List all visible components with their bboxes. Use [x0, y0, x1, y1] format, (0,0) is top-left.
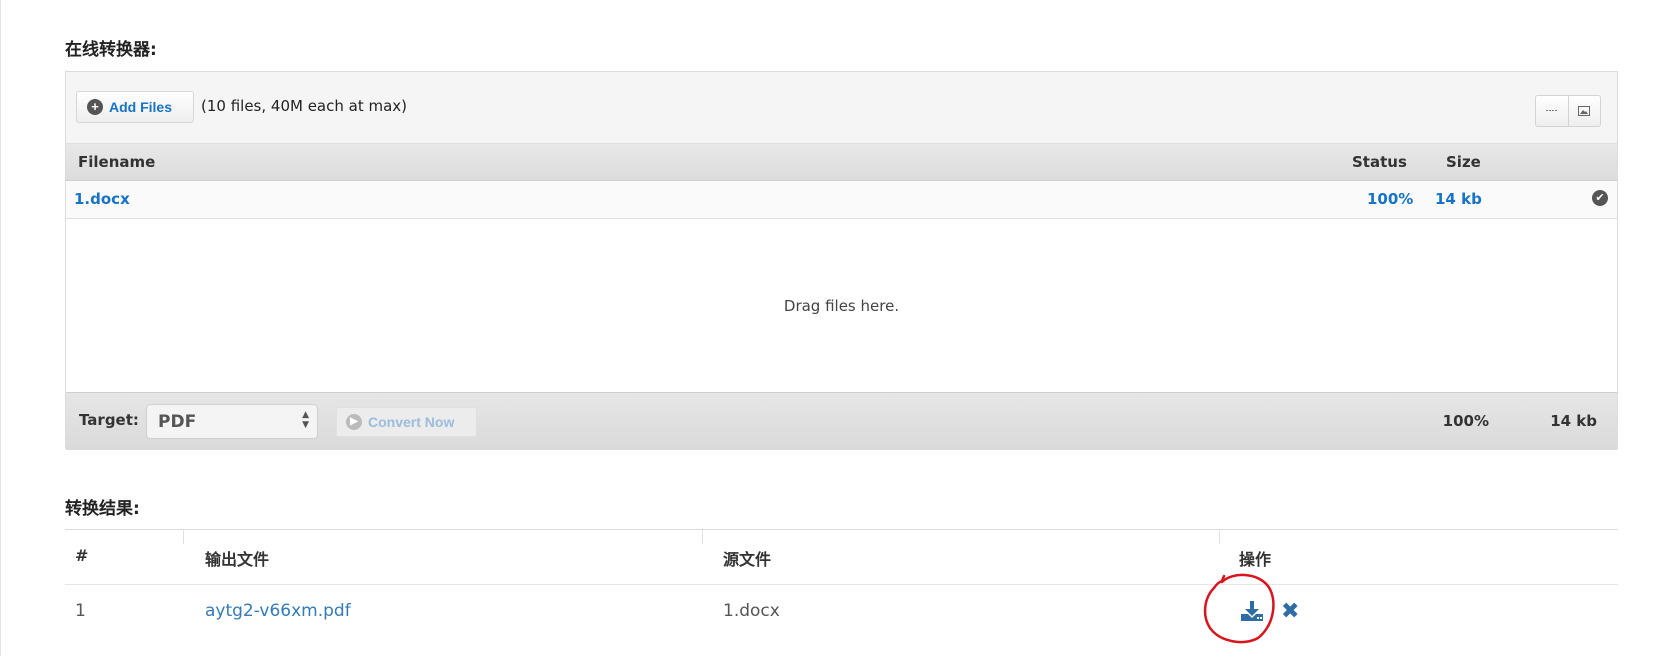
plus-circle-icon: +	[87, 99, 103, 115]
column-divider	[1219, 530, 1220, 544]
table-row: 1 aytg2-v66xm.pdf 1.docx ✖	[65, 573, 1618, 644]
list-view-icon	[1545, 110, 1557, 111]
target-format-select[interactable]: PDF ▲ ▼	[146, 404, 318, 439]
convert-now-label: Convert Now	[368, 414, 455, 430]
arrow-circle-icon: ▶	[346, 414, 362, 430]
uploader-header: + Add Files (10 files, 40M each at max)	[66, 72, 1617, 144]
converter-section-title: 在线转换器:	[65, 40, 157, 60]
file-list-item[interactable]: 1.docx 100% 14 kb ✔	[66, 181, 1617, 219]
convert-now-button[interactable]: ▶ Convert Now	[336, 407, 477, 437]
annotation-circle	[1203, 573, 1275, 644]
add-files-button[interactable]: + Add Files	[76, 91, 194, 123]
file-size: 14 kb	[1435, 190, 1482, 208]
results-table: # 输出文件 源文件 操作 1 aytg2-v66xm.pdf 1.docx ✖	[65, 529, 1618, 644]
up-down-arrows-icon: ▲ ▼	[302, 410, 309, 430]
index-column-header: #	[75, 546, 89, 565]
results-section-title: 转换结果:	[65, 499, 140, 519]
file-list-header: Filename Status Size	[66, 144, 1617, 181]
add-files-label: Add Files	[109, 99, 173, 115]
file-status: 100%	[1367, 190, 1414, 208]
column-divider	[183, 530, 184, 544]
uploader-footer: Target: PDF ▲ ▼ ▶ Convert Now 100% 14 kb	[66, 392, 1617, 450]
source-file-name: 1.docx	[723, 601, 780, 621]
output-file-column-header: 输出文件	[205, 550, 270, 569]
output-file-link[interactable]: aytg2-v66xm.pdf	[205, 601, 351, 621]
file-limit-text: (10 files, 40M each at max)	[201, 97, 408, 115]
thumbnail-view-button[interactable]	[1567, 96, 1600, 126]
status-column-header: Status	[1352, 153, 1407, 171]
total-status: 100%	[1442, 412, 1489, 430]
page-left-border	[0, 0, 1, 656]
results-table-header: # 输出文件 源文件 操作	[65, 529, 1618, 585]
column-divider	[702, 530, 703, 544]
close-icon[interactable]: ✖	[1281, 601, 1299, 623]
target-label: Target:	[79, 411, 139, 429]
check-circle-icon: ✔	[1592, 190, 1608, 206]
actions-column-header: 操作	[1239, 550, 1272, 569]
size-column-header: Size	[1446, 153, 1481, 171]
thumbnail-view-icon	[1578, 106, 1591, 116]
file-uploader: + Add Files (10 files, 40M each at max) …	[65, 71, 1618, 450]
view-toggle	[1535, 95, 1601, 127]
drop-hint: Drag files here.	[783, 296, 900, 315]
drop-zone[interactable]: Drag files here.	[66, 219, 1617, 392]
total-size: 14 kb	[1550, 412, 1597, 430]
list-view-button[interactable]	[1536, 96, 1568, 126]
target-format-value: PDF	[158, 412, 197, 432]
filename-column-header: Filename	[78, 153, 156, 171]
source-file-column-header: 源文件	[723, 550, 772, 569]
row-index: 1	[75, 601, 86, 621]
file-name: 1.docx	[74, 190, 130, 208]
